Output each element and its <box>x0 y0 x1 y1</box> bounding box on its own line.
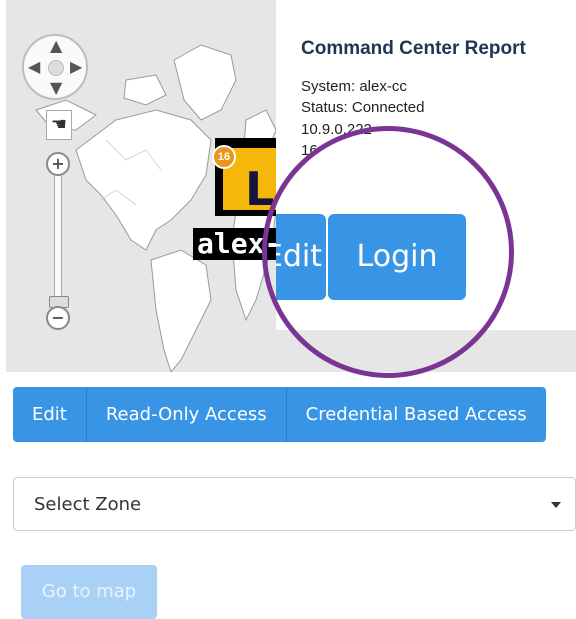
edit-button[interactable]: Edit <box>13 387 87 442</box>
read-only-access-button[interactable]: Read-Only Access <box>86 387 287 442</box>
marker-count-badge: 16 <box>212 145 236 169</box>
credential-based-access-button[interactable]: Credential Based Access <box>286 387 546 442</box>
zoom-in-button[interactable]: + <box>46 152 70 176</box>
hand-icon[interactable]: ☚ <box>46 110 72 140</box>
pan-down-icon[interactable]: ▼ <box>50 80 62 96</box>
zone-select[interactable]: Select Zone <box>13 477 576 531</box>
highlight-circle <box>262 126 514 378</box>
go-to-map-button[interactable]: Go to map <box>21 565 157 619</box>
zone-select-value: Select Zone <box>34 494 142 515</box>
pan-right-icon[interactable]: ▶ <box>70 59 82 75</box>
popup-title: Command Center Report <box>301 38 526 59</box>
pan-center-icon[interactable] <box>48 60 64 76</box>
access-button-group: Edit Read-Only Access Credential Based A… <box>13 387 546 442</box>
pan-left-icon[interactable]: ◀ <box>28 59 40 75</box>
app-root: ▲ ▼ ◀ ▶ ☚ + − L 16 alex- Command Center … <box>0 0 576 619</box>
pan-up-icon[interactable]: ▲ <box>50 38 62 54</box>
popup-status: Status: Connected <box>301 99 425 116</box>
zoom-slider[interactable] <box>54 168 62 308</box>
pan-control[interactable]: ▲ ▼ ◀ ▶ <box>22 34 88 100</box>
zoom-out-button[interactable]: − <box>46 306 70 330</box>
popup-system: System: alex-cc <box>301 78 407 95</box>
chevron-down-icon <box>551 502 561 508</box>
